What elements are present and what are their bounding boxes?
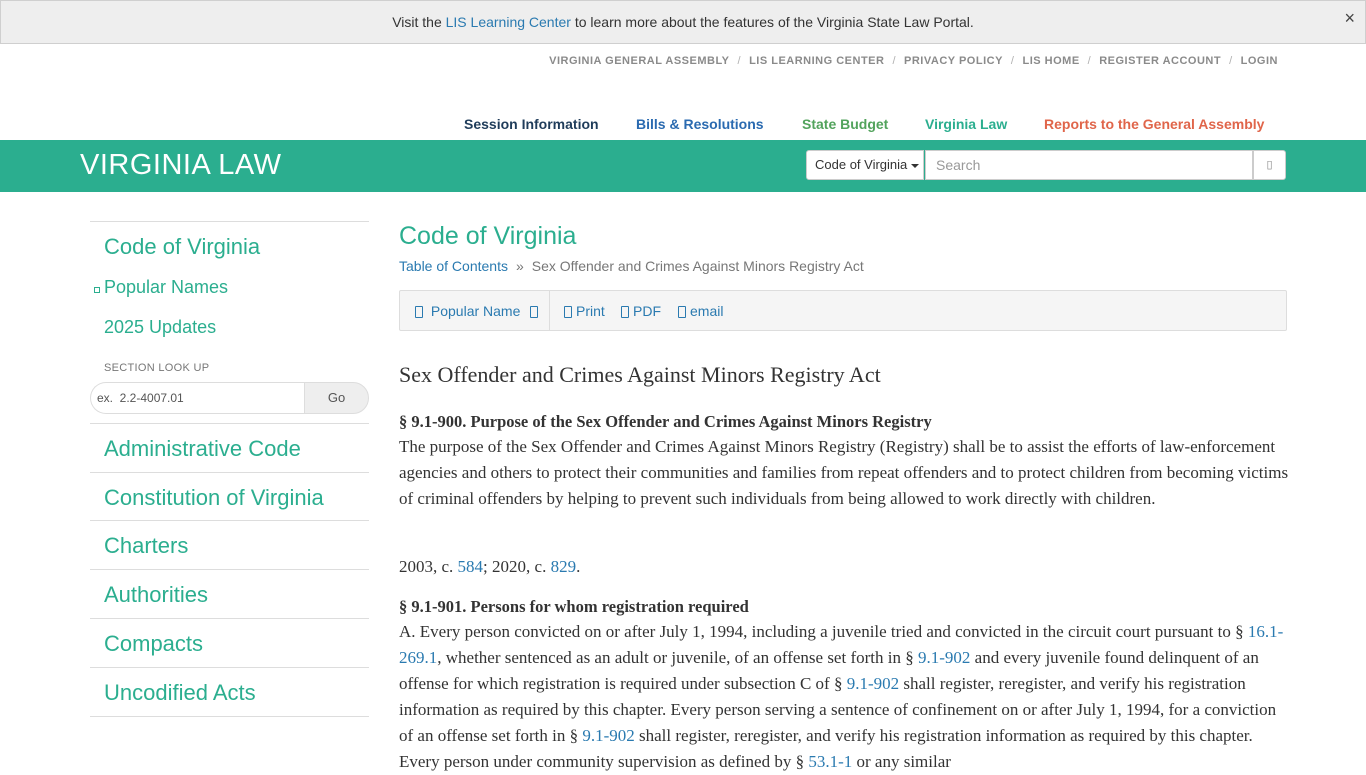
sidebar-charters[interactable]: Charters <box>104 533 188 559</box>
sidebar-divider <box>90 221 369 222</box>
section-lookup-label: SECTION LOOK UP <box>104 362 210 374</box>
caret-down-icon <box>911 163 920 168</box>
print-label: Print <box>576 303 605 319</box>
act-title: Sex Offender and Crimes Against Minors R… <box>399 362 881 387</box>
sidebar-divider <box>90 472 369 473</box>
popular-name-button[interactable]: Popular Name <box>415 303 542 319</box>
section-heading-9-1-901: § 9.1-901. Persons for whom registration… <box>399 597 749 616</box>
notice-suffix: to learn more about the features of the … <box>570 14 974 30</box>
util-separator: / <box>1087 55 1092 67</box>
sidebar-divider <box>90 423 369 424</box>
file-icon <box>621 306 629 319</box>
sidebar-divider <box>90 569 369 570</box>
sidebar-divider <box>90 618 369 619</box>
code-link-9-1-902[interactable]: 9.1-902 <box>918 648 970 667</box>
print-icon <box>564 306 572 319</box>
site-title[interactable]: VIRGINIA LAW <box>80 149 282 182</box>
util-virginia-general-assembly[interactable]: VIRGINIA GENERAL ASSEMBLY <box>549 55 729 67</box>
sidebar-popular-names[interactable]: Popular Names <box>104 277 228 298</box>
pdf-button[interactable]: PDF <box>621 303 661 319</box>
code-link-53-1-1[interactable]: 53.1-1 <box>808 752 852 771</box>
toolbar: Popular Name Print PDF email <box>399 290 1287 331</box>
code-link-9-1-902[interactable]: 9.1-902 <box>847 674 899 693</box>
lis-learning-center-link[interactable]: LIS Learning Center <box>446 14 571 30</box>
email-button[interactable]: email <box>678 303 723 319</box>
util-separator: / <box>1229 55 1233 67</box>
code-link-9-1-902[interactable]: 9.1-902 <box>582 726 634 745</box>
breadcrumb-separator: » <box>515 258 524 274</box>
nav-reports[interactable]: Reports to the General Assembly <box>1044 116 1264 132</box>
print-button[interactable]: Print <box>564 303 605 319</box>
body-text: , whether sentenced as an adult or juven… <box>437 648 918 667</box>
history-suffix: . <box>576 557 581 576</box>
close-icon[interactable]: × <box>1344 9 1355 27</box>
notice-banner: Visit the LIS Learning Center to learn m… <box>0 0 1366 44</box>
sidebar-compacts[interactable]: Compacts <box>104 631 203 657</box>
bullet-icon <box>94 287 100 293</box>
popular-name-label: Popular Name <box>430 303 521 319</box>
util-login[interactable]: LOGIN <box>1241 55 1278 67</box>
sidebar-authorities[interactable]: Authorities <box>104 582 208 608</box>
history-prefix: 2003, c. <box>399 557 458 576</box>
info-icon <box>530 306 539 319</box>
search-group: Code of Virginia ▯ <box>806 150 1286 180</box>
email-label: email <box>690 303 724 319</box>
search-button[interactable]: ▯ <box>1253 150 1286 180</box>
util-lis-learning-center[interactable]: LIS LEARNING CENTER <box>749 55 884 67</box>
sidebar-divider <box>90 716 369 717</box>
nav-bills-resolutions[interactable]: Bills & Resolutions <box>636 116 764 132</box>
book-icon <box>415 306 423 319</box>
sidebar-administrative-code[interactable]: Administrative Code <box>104 436 301 462</box>
sidebar-divider <box>90 667 369 668</box>
envelope-icon <box>678 306 686 319</box>
notice-text: Visit the LIS Learning Center to learn m… <box>1 14 1365 30</box>
lookup-go-button[interactable]: Go <box>304 382 369 414</box>
section-body-9-1-901: A. Every person convicted on or after Ju… <box>399 619 1294 775</box>
body-text: A. Every person convicted on or after Ju… <box>399 622 1248 641</box>
util-privacy-policy[interactable]: PRIVACY POLICY <box>904 55 1003 67</box>
sidebar-2025-updates[interactable]: 2025 Updates <box>104 317 216 338</box>
utility-links: VIRGINIA GENERAL ASSEMBLY / LIS LEARNING C… <box>549 55 1278 67</box>
nav-session-information[interactable]: Session Information <box>464 116 599 132</box>
nav-virginia-law[interactable]: Virginia Law <box>925 116 1007 132</box>
section-history: 2003, c. 584; 2020, c. 829. <box>399 557 580 577</box>
history-mid: ; 2020, c. <box>483 557 551 576</box>
body-text: or any similar <box>852 752 951 771</box>
util-separator: / <box>892 55 897 67</box>
search-input[interactable] <box>925 150 1253 180</box>
breadcrumb-current: Sex Offender and Crimes Against Minors R… <box>531 258 864 274</box>
section-lookup-input[interactable] <box>90 382 304 414</box>
util-separator: / <box>1010 55 1015 67</box>
section-heading-9-1-900: § 9.1-900. Purpose of the Sex Offender a… <box>399 412 932 431</box>
toolbar-divider <box>549 291 550 330</box>
history-link-829[interactable]: 829 <box>551 557 577 576</box>
sidebar-uncodified-acts[interactable]: Uncodified Acts <box>104 680 256 706</box>
sidebar-divider <box>90 520 369 521</box>
search-icon: ▯ <box>1266 159 1273 171</box>
notice-prefix: Visit the <box>392 14 446 30</box>
breadcrumb-table-of-contents[interactable]: Table of Contents <box>399 258 508 274</box>
util-register-account[interactable]: REGISTER ACCOUNT <box>1099 55 1221 67</box>
util-separator: / <box>737 55 742 67</box>
history-link-584[interactable]: 584 <box>458 557 484 576</box>
breadcrumb: Table of Contents » Sex Offender and Crime… <box>399 258 864 274</box>
pdf-label: PDF <box>633 303 661 319</box>
section-body-9-1-900: The purpose of the Sex Offender and Crim… <box>399 437 1289 508</box>
sidebar-code-of-virginia[interactable]: Code of Virginia <box>104 234 260 260</box>
util-lis-home[interactable]: LIS HOME <box>1022 55 1079 67</box>
sidebar-constitution[interactable]: Constitution of Virginia <box>104 485 324 511</box>
nav-state-budget[interactable]: State Budget <box>802 116 888 132</box>
search-scope-label: Code of Virginia <box>815 157 908 172</box>
page-title: Code of Virginia <box>399 222 577 250</box>
search-scope-dropdown[interactable]: Code of Virginia <box>806 150 924 180</box>
